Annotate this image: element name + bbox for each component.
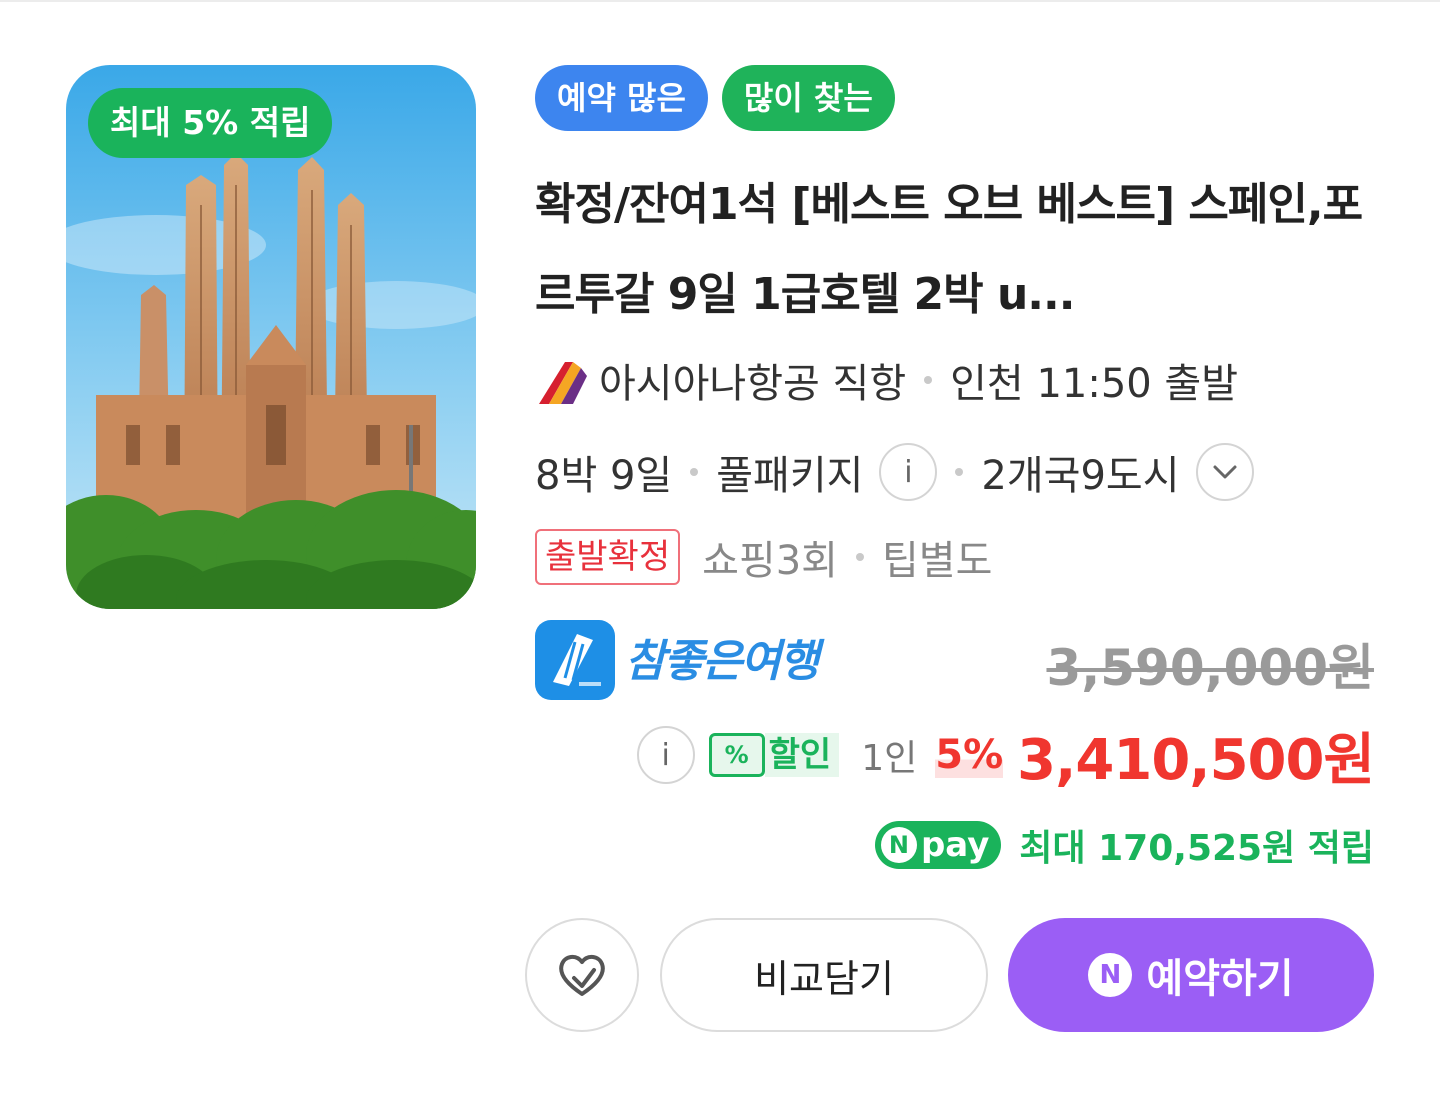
naver-n-icon: N <box>1088 953 1133 997</box>
top-divider <box>0 0 1440 2</box>
price-row: i % 할인 1인 5% 3,410,500원 <box>636 720 1375 793</box>
separator-dot <box>690 468 699 476</box>
tag-frequently-searched: 많이 찾는 <box>721 65 895 131</box>
tip-info: 팁별도 <box>881 538 993 584</box>
original-price: 3,590,000원 <box>1046 639 1374 697</box>
airline-name: 아시아나항공 직항 <box>599 361 907 407</box>
agency-logo-icon <box>535 620 615 700</box>
trip-duration: 8박 9일 <box>535 453 673 499</box>
chevron-down-icon[interactable] <box>1195 443 1254 501</box>
separator-dot <box>955 468 964 476</box>
tag-list: 예약 많은 많이 찾는 <box>535 65 895 131</box>
npay-reward-text: 최대 170,525원 적립 <box>1019 828 1374 869</box>
book-button[interactable]: N 예약하기 <box>1008 918 1374 1032</box>
shopping-count: 쇼핑3회 <box>702 538 838 584</box>
trip-type: 풀패키지 <box>716 453 864 499</box>
departure-info: 인천 11:50 출발 <box>950 361 1239 407</box>
naver-n-icon: N <box>880 827 917 863</box>
product-title[interactable]: 확정/잔여1석 [베스트 오브 베스트] 스페인,포르투갈 9일 1급호텔 2박… <box>535 160 1385 340</box>
info-icon[interactable]: i <box>879 443 938 501</box>
discount-label: 할인 <box>764 733 840 777</box>
discount-icon: % <box>708 733 765 777</box>
trip-cities: 2개국9도시 <box>981 453 1180 499</box>
npay-label: pay <box>920 825 990 865</box>
npay-badge: N pay <box>874 821 1002 869</box>
price-info-icon[interactable]: i <box>636 726 695 784</box>
trip-details: 출발확정 쇼핑3회 팁별도 <box>535 527 992 587</box>
per-person-label: 1인 <box>861 738 918 779</box>
departure-confirmed-badge: 출발확정 <box>535 529 681 585</box>
separator-dot <box>855 553 864 561</box>
final-price: 3,410,500원 <box>1017 727 1375 793</box>
compare-button[interactable]: 비교담기 <box>660 918 988 1032</box>
tag-popular-booking: 예약 많은 <box>535 65 708 131</box>
asiana-airlines-logo-icon <box>539 362 587 404</box>
reward-badge: 최대 5% 적립 <box>88 88 333 158</box>
wishlist-button[interactable] <box>525 918 639 1032</box>
separator-dot <box>924 376 933 384</box>
heart-icon <box>559 955 605 996</box>
flight-info: 아시아나항공 직항 인천 11:50 출발 <box>535 348 1238 412</box>
book-button-label: 예약하기 <box>1146 956 1294 1002</box>
discount-percent: 5% <box>935 732 1004 778</box>
npay-reward-row: N pay 최대 170,525원 적립 <box>874 815 1374 875</box>
agency-name[interactable]: 참좋은여행 <box>625 625 819 689</box>
trip-info: 8박 9일 풀패키지 i 2개국9도시 <box>535 440 1254 504</box>
